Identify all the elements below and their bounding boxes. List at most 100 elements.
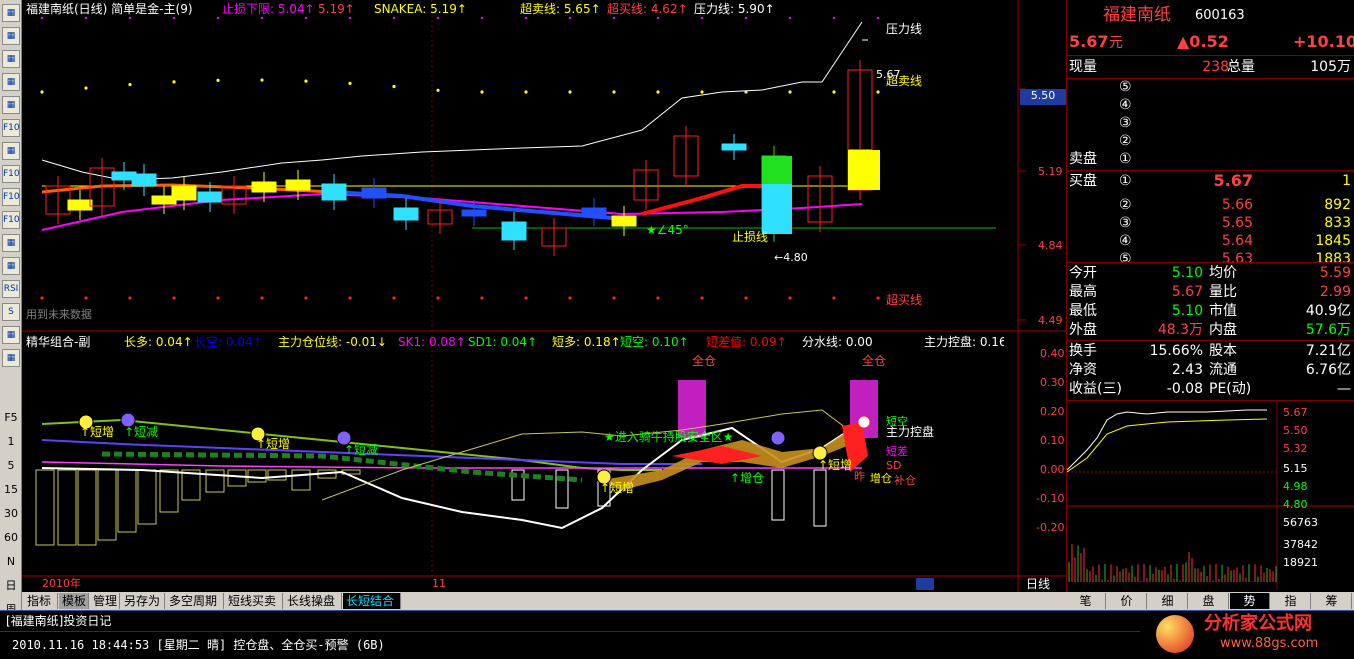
legend-pressure: 压力线: 5.90↑ <box>694 2 775 16</box>
label-short-diff-tag: 短差 <box>886 445 908 458</box>
histogram-bar <box>247 469 267 483</box>
stat-k2-0: 均价 <box>1209 265 1237 281</box>
stat-k2-3: 内盘 <box>1209 322 1237 338</box>
top-dot <box>524 16 528 20</box>
line-icon[interactable]: ▦ <box>2 50 20 68</box>
tab-2[interactable]: 管理 <box>90 593 120 609</box>
tab-3[interactable]: 另存为 <box>121 593 165 609</box>
search-icon[interactable]: ▦ <box>2 234 20 252</box>
period-button-4[interactable]: 30 <box>0 506 22 522</box>
period-button-0[interactable]: F5 <box>0 410 22 426</box>
stat-k1-0: 今开 <box>1069 265 1097 281</box>
mini-axis-label: 5.32 <box>1283 442 1308 455</box>
f10-icon[interactable]: F10 <box>2 119 20 137</box>
watermark-title: 分析家公式网 <box>1204 613 1312 634</box>
sk1-line <box>41 461 862 469</box>
tab-4[interactable]: 多空周期 <box>166 593 224 609</box>
oversold-dot <box>304 79 308 83</box>
s-icon[interactable]: S <box>2 303 20 321</box>
period-button-6[interactable]: N <box>0 554 22 570</box>
table-icon[interactable]: ▦ <box>2 96 20 114</box>
overbought-dot <box>40 296 44 300</box>
pen-icon[interactable]: ▦ <box>2 349 20 367</box>
legend-water-line: 分水线: 0.00 <box>802 335 873 349</box>
overbought-dot <box>304 296 308 300</box>
period-button-3[interactable]: 15 <box>0 482 22 498</box>
intraday-mini-chart[interactable]: 5.67 5.50 5.32 5.15 4.98 4.80 56763 37842 18921 <box>1067 400 1354 590</box>
quote-tab-6[interactable]: 筹 <box>1312 593 1352 609</box>
buy-1-cell: ① <box>1119 173 1132 189</box>
quote-tab-1[interactable]: 价 <box>1107 593 1147 609</box>
rsi-icon[interactable]: RSI <box>2 280 20 298</box>
candle-cyan <box>762 184 792 234</box>
chart-area[interactable]: 福建南纸(日线) 简单是金-主(9) 止损下限: 5.04↑ 5.19↑ SNA… <box>22 0 1066 592</box>
top-dot <box>40 16 44 20</box>
price-pct: +10.10 <box>1293 32 1354 51</box>
tab-5[interactable]: 短线买卖 <box>225 593 283 609</box>
top-dot <box>392 16 396 20</box>
label-buy-position: 补仓 <box>894 474 916 487</box>
histogram-bar <box>159 469 179 513</box>
quote-tab-5[interactable]: 指 <box>1271 593 1311 609</box>
f10-icon[interactable]: F10 <box>2 165 20 183</box>
buy-3-cell: 5.65 <box>1221 215 1253 231</box>
mini-axis-label: 37842 <box>1283 538 1318 551</box>
label-short-dec-2: ↑短减 <box>344 443 379 457</box>
chart-icon[interactable]: ▦ <box>2 257 20 275</box>
stat2-k2-2: PE(动) <box>1209 381 1252 397</box>
arrow-icon[interactable]: ▦ <box>2 326 20 344</box>
diary-entry[interactable]: 2010.11.16 18:44:53 [星期二 晴] 控仓盘、全仓买-预警 (… <box>12 638 385 652</box>
f10-icon[interactable]: F10 <box>2 211 20 229</box>
overbought-dot <box>876 296 880 300</box>
overbought-dot <box>172 296 176 300</box>
label-angle: ★∠45° <box>646 223 689 237</box>
buy-3-cell: 833 <box>1324 215 1351 231</box>
label-short-entry: 短空 <box>886 415 908 428</box>
quote-tab-4[interactable]: 势 <box>1230 593 1270 609</box>
overbought-dot <box>568 296 572 300</box>
tab-0[interactable]: 指标 <box>24 593 58 609</box>
period-label[interactable]: 日线 <box>1026 577 1050 591</box>
period-button-7[interactable]: 日 <box>0 578 22 594</box>
period-button-2[interactable]: 5 <box>0 458 22 474</box>
candle-body <box>501 221 527 241</box>
label-pressure-line: 压力线 <box>886 22 923 36</box>
label-overbought-line: 超买线 <box>886 293 923 307</box>
quote-tab-3[interactable]: 盘 <box>1189 593 1229 609</box>
notes-icon[interactable]: ▦ <box>2 142 20 160</box>
candle-body <box>197 191 223 203</box>
buy-4-cell: 1845 <box>1315 233 1351 249</box>
total-value: 105万 <box>1310 59 1351 75</box>
stat-v2-3: 57.6万 <box>1305 322 1351 338</box>
white-bar <box>771 469 785 521</box>
date-month: 11 <box>432 577 446 590</box>
buy-5-cell: ⑤ <box>1119 251 1132 267</box>
oversold-dot <box>876 90 880 94</box>
label-full-position-1: 全仓 <box>692 354 717 368</box>
oversold-dot <box>524 90 528 94</box>
quote-tab-0[interactable]: 笔 <box>1066 593 1106 609</box>
label-short-add-4: ↑短增 <box>818 458 853 472</box>
label-full-position-2: 全仓 <box>862 354 887 368</box>
stat-v1-3: 48.3万 <box>1157 322 1203 338</box>
legend-overbought: 超买线: 4.62↑ <box>607 2 688 16</box>
tab-7[interactable]: 长短结合 <box>343 593 401 609</box>
label-low-480: ←4.80 <box>774 251 808 264</box>
buy-2-cell: 5.66 <box>1221 197 1253 213</box>
stat-k2-1: 量比 <box>1209 284 1237 300</box>
pressure-line <box>41 21 863 181</box>
histogram-bar <box>291 469 311 491</box>
oversold-dot <box>612 90 616 94</box>
f10-icon[interactable]: F10 <box>2 188 20 206</box>
period-button-5[interactable]: 60 <box>0 530 22 546</box>
list-icon[interactable]: ▦ <box>2 4 20 22</box>
tab-6[interactable]: 长线操盘 <box>284 593 342 609</box>
grid-icon[interactable]: ▦ <box>2 27 20 45</box>
buy-2-cell: ② <box>1119 197 1132 213</box>
candle-body <box>581 207 607 217</box>
period-button-1[interactable]: 1 <box>0 434 22 450</box>
sub-axis-010: 0.10 <box>1040 434 1065 447</box>
candle-icon[interactable]: ▦ <box>2 73 20 91</box>
quote-tab-2[interactable]: 细 <box>1148 593 1188 609</box>
tab-1[interactable]: 模板 <box>59 593 89 609</box>
